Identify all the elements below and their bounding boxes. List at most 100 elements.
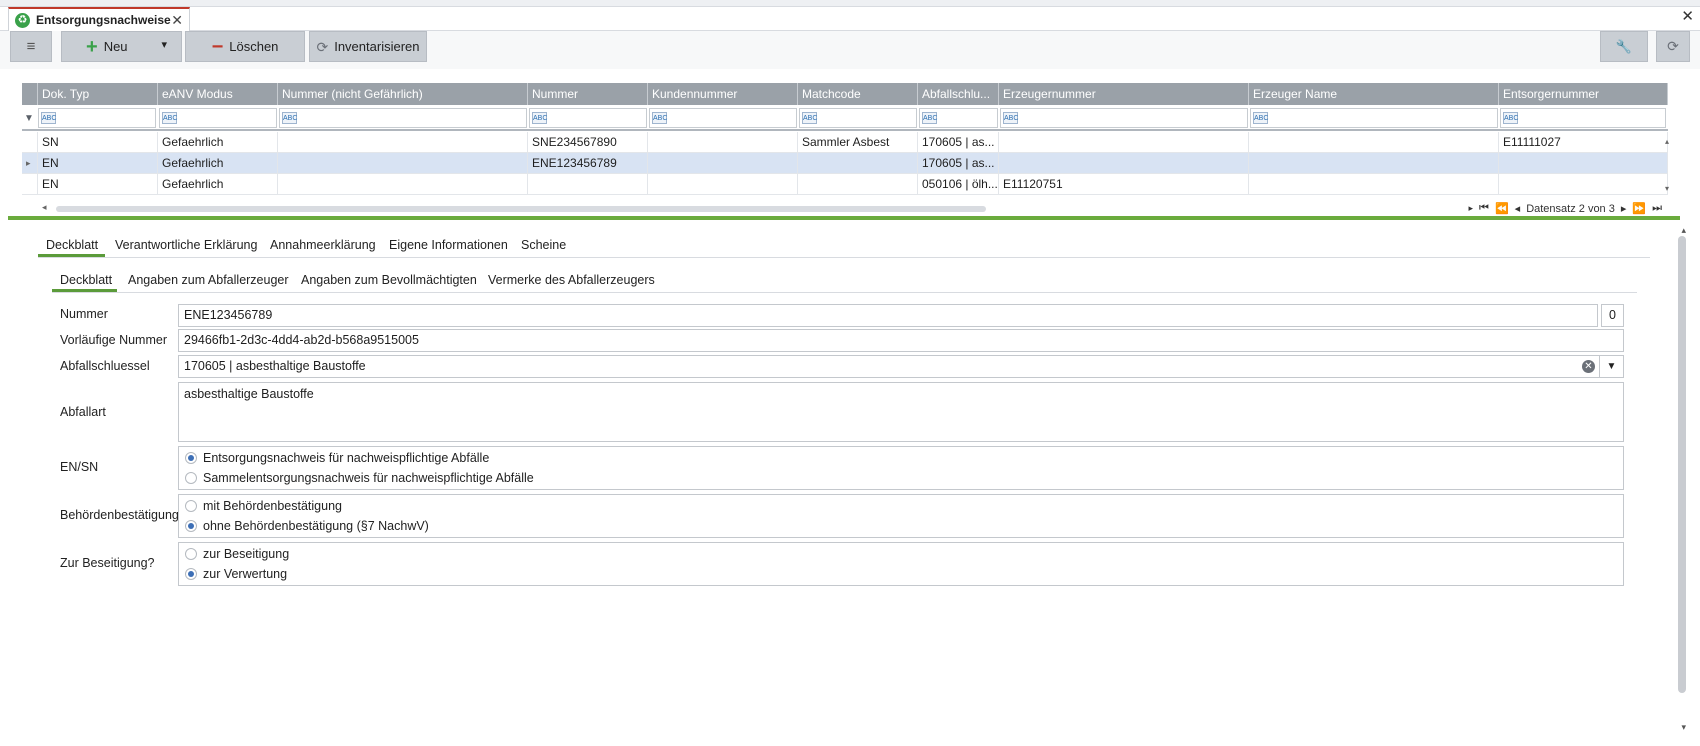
vorlaeufige-nummer-field[interactable]: 29466fb1-2d3c-4dd4-ab2d-b568a9515005 [178,329,1624,352]
column-header[interactable]: Abfallschlu... [918,83,999,105]
ensn-option-sn[interactable]: Sammelentsorgungsnachweis für nachweispf… [185,471,534,485]
sub-tabs: Deckblatt Angaben zum Abfallerzeuger Ang… [52,271,1637,293]
column-header[interactable]: Entsorgernummer [1499,83,1668,105]
subtab-bevollmaechtigter[interactable]: Angaben zum Bevollmächtigten [301,271,477,292]
tab-verantwortliche-erklaerung[interactable]: Verantwortliche Erklärung [115,236,257,257]
ensn-option-en[interactable]: Entsorgungsnachweis für nachweispflichti… [185,451,489,465]
grid-scroll-down-icon[interactable]: ▾ [1665,184,1669,193]
table-row[interactable]: EN Gefaehrlich 050106 | ölh... E11120751 [22,174,1668,195]
table-cell: Gefaehrlich [158,132,278,153]
dropdown-arrow-icon[interactable]: ▼ [1599,356,1623,377]
header-corner [22,83,38,105]
reload-button[interactable]: ⟳ [1656,31,1690,62]
next-record-icon[interactable]: ▸ [1621,202,1627,215]
subtab-deckblatt[interactable]: Deckblatt [52,271,117,292]
text-filter-icon: ABC [1003,112,1018,124]
refresh-icon: ⟳ [316,38,329,55]
table-cell: EN [38,174,158,195]
filter-input[interactable]: ABC [919,108,998,128]
new-dropdown-icon[interactable]: ▾ [161,38,167,51]
filter-input[interactable]: ABC [279,108,527,128]
abfallschluessel-combobox[interactable]: 170605 | asbesthaltige Baustoffe ✕ ▼ [178,355,1624,378]
bes-option-verwertung[interactable]: zur Verwertung [185,567,287,581]
text-filter-icon: ABC [1503,112,1518,124]
settings-button[interactable]: 🔧 [1600,31,1648,62]
behoerdenbestaetigung-label: Behördenbestätigung [60,508,179,522]
filter-input[interactable]: ABC [1500,108,1666,128]
table-cell: 170605 | as... [918,132,999,153]
tab-deckblatt[interactable]: Deckblatt [38,236,105,257]
vertical-scrollbar[interactable] [1678,236,1686,693]
document-tab[interactable]: ♻ Entsorgungsnachweise ✕ [8,7,190,31]
tab-scheine[interactable]: Scheine [521,236,566,257]
abfallart-textarea[interactable]: asbesthaltige Baustoffe [178,382,1624,442]
nummer-field[interactable]: ENE123456789 [178,304,1598,327]
table-cell: Gefaehrlich [158,174,278,195]
bes-option-beseitigung[interactable]: zur Beseitigung [185,547,289,561]
scroll-up-icon[interactable]: ▴ [1681,225,1686,236]
nummer-counter[interactable]: 0 [1601,304,1624,327]
beh-option-mit[interactable]: mit Behördenbestätigung [185,499,342,513]
bes-option-label: zur Verwertung [203,567,288,581]
filter-input[interactable]: ABC [159,108,277,128]
ensn-option-label: Entsorgungsnachweis für nachweispflichti… [203,451,490,465]
table-cell [1249,153,1499,174]
prev-record-icon[interactable]: ◂ [1515,202,1521,215]
new-button[interactable]: + Neu ▾ [61,31,182,62]
table-row[interactable]: SN Gefaehrlich SNE234567890 Sammler Asbe… [22,132,1668,153]
table-row-selected[interactable]: ▸ EN Gefaehrlich ENE123456789 170605 | a… [22,153,1668,174]
scroll-down-icon[interactable]: ▾ [1681,722,1686,733]
column-header[interactable]: Erzeuger Name [1249,83,1499,105]
grid-scroll-up-icon[interactable]: ▴ [1665,137,1669,146]
title-strip [0,0,1700,7]
table-cell [278,153,528,174]
abfallschluessel-value: 170605 | asbesthaltige Baustoffe [184,359,366,373]
delete-button[interactable]: − Löschen [185,31,305,62]
first-record-icon[interactable]: ⏮ [1479,202,1489,215]
table-cell [278,132,528,153]
column-header[interactable]: eANV Modus [158,83,278,105]
ensn-radio-group: Entsorgungsnachweis für nachweispflichti… [178,446,1624,490]
document-tabbar: ♻ Entsorgungsnachweise ✕ [0,7,1700,31]
column-header[interactable]: Matchcode [798,83,918,105]
subtab-vermerke[interactable]: Vermerke des Abfallerzeugers [488,271,655,292]
horizontal-scrollbar[interactable] [56,206,986,212]
scroll-left-icon[interactable]: ◂ [42,202,47,213]
column-header[interactable]: Erzeugernummer [999,83,1249,105]
tab-eigene-informationen[interactable]: Eigene Informationen [389,236,508,257]
filter-input[interactable]: ABC [799,108,917,128]
main-tabs: Deckblatt Verantwortliche Erklärung Anna… [38,236,1650,258]
radio-selected-icon [185,520,197,532]
filter-input[interactable]: ABC [649,108,797,128]
next-page-icon[interactable]: ⏩ [1632,202,1646,215]
scroll-right-icon[interactable]: ▸ [1469,203,1474,214]
filter-input[interactable]: ABC [38,108,156,128]
table-cell [1249,132,1499,153]
clear-icon[interactable]: ✕ [1582,360,1595,373]
table-cell: SNE234567890 [528,132,648,153]
last-record-icon[interactable]: ⏭ [1652,202,1662,215]
text-filter-icon: ABC [922,112,937,124]
filter-input[interactable]: ABC [1250,108,1498,128]
column-header[interactable]: Nummer [528,83,648,105]
tab-annahmeerklaerung[interactable]: Annahmeerklärung [270,236,376,257]
beseitigung-radio-group: zur Beseitigung zur Verwertung [178,542,1624,586]
inventory-button[interactable]: ⟳ Inventarisieren [309,31,427,62]
prev-page-icon[interactable]: ⏪ [1495,202,1509,215]
column-header[interactable]: Dok. Typ [38,83,158,105]
tab-close-icon[interactable]: ✕ [171,12,183,29]
menu-button[interactable]: ≡ [10,31,52,62]
beh-option-ohne[interactable]: ohne Behördenbestätigung (§7 NachwV) [185,519,429,533]
filter-input[interactable]: ABC [1000,108,1248,128]
column-header[interactable]: Kundennummer [648,83,798,105]
splitter[interactable] [8,216,1680,220]
subtab-abfallerzeuger[interactable]: Angaben zum Abfallerzeuger [128,271,289,292]
table-cell [1499,174,1668,195]
filter-input[interactable]: ABC [529,108,647,128]
text-filter-icon: ABC [1253,112,1268,124]
window-close-icon[interactable]: ✕ [1681,7,1694,25]
filter-icon[interactable]: ▼ [24,113,34,124]
radio-empty-icon [185,500,197,512]
table-cell: Sammler Asbest [798,132,918,153]
column-header[interactable]: Nummer (nicht Gefährlich) [278,83,528,105]
